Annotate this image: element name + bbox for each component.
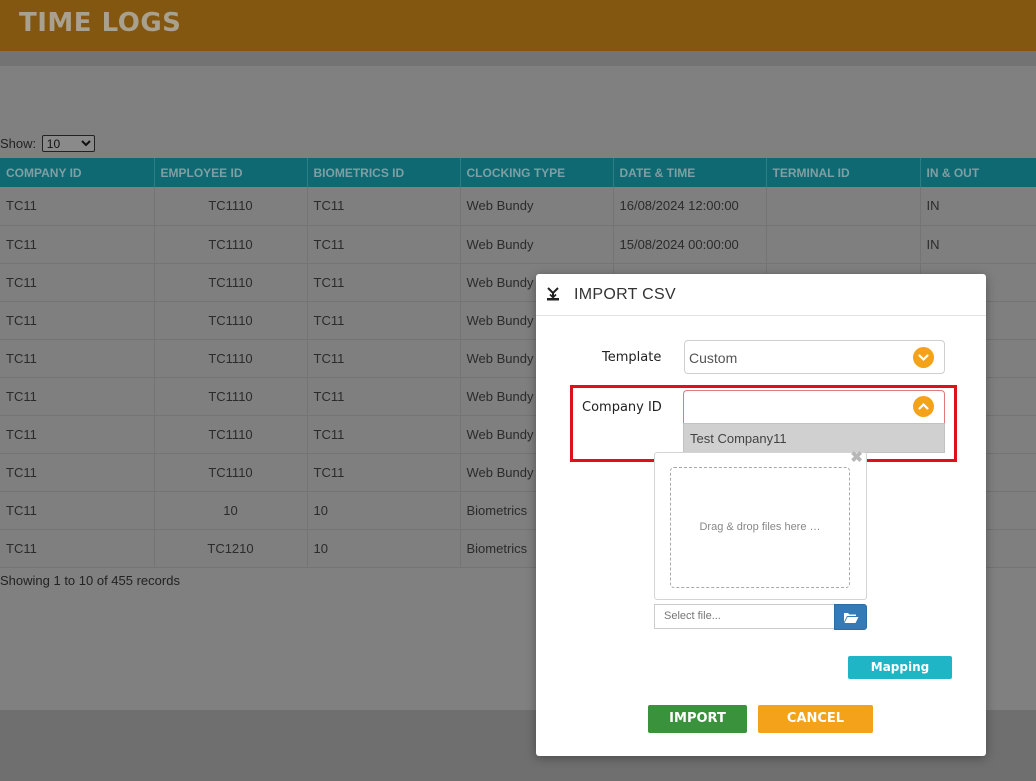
table-cell: TC1110 xyxy=(154,301,308,340)
folder-open-icon xyxy=(844,613,859,623)
table-cell: TC11 xyxy=(307,453,461,492)
table-cell: TC11 xyxy=(307,301,461,340)
column-header[interactable]: CLOCKING TYPE xyxy=(460,158,614,187)
table-cell: 10 xyxy=(307,529,461,568)
table-cell: TC11 xyxy=(307,263,461,302)
table-cell xyxy=(766,187,921,226)
table-cell: TC1110 xyxy=(154,187,308,226)
table-cell: TC11 xyxy=(0,453,155,492)
table-cell: TC11 xyxy=(0,187,155,226)
table-cell: TC11 xyxy=(0,225,155,264)
table-cell: TC11 xyxy=(307,225,461,264)
column-header[interactable]: DATE & TIME xyxy=(613,158,767,187)
file-name-input[interactable]: Select file... xyxy=(654,604,835,629)
import-csv-modal: IMPORT CSV Template Custom Company ID Te… xyxy=(536,274,986,756)
table-cell: 10 xyxy=(307,491,461,530)
table-cell: TC11 xyxy=(307,187,461,226)
column-header[interactable]: BIOMETRICS ID xyxy=(307,158,461,187)
table-cell xyxy=(766,225,921,264)
file-dropzone[interactable]: ✖ Drag & drop files here … xyxy=(654,449,867,600)
table-cell: TC11 xyxy=(307,339,461,378)
table-cell: TC11 xyxy=(0,263,155,302)
table-cell: TC11 xyxy=(0,339,155,378)
table-cell: TC11 xyxy=(0,529,155,568)
template-select[interactable]: Custom xyxy=(684,340,945,374)
table-cell: TC1110 xyxy=(154,377,308,416)
company-id-label: Company ID xyxy=(582,400,662,415)
modal-header: IMPORT CSV xyxy=(536,274,986,316)
header-strip xyxy=(0,51,1036,66)
table-cell: TC11 xyxy=(0,415,155,454)
browse-button[interactable] xyxy=(834,604,867,630)
records-info: Showing 1 to 10 of 455 records xyxy=(0,573,180,588)
cancel-button[interactable]: CANCEL xyxy=(758,705,873,733)
show-entries: Show: 10 xyxy=(0,135,95,152)
dropzone-text: Drag & drop files here … xyxy=(699,521,821,533)
company-id-dropdown: Test Company11 xyxy=(683,423,945,453)
mapping-button[interactable]: Mapping xyxy=(848,656,952,679)
file-placeholder: Select file... xyxy=(664,610,721,622)
table-cell: TC1110 xyxy=(154,263,308,302)
table-cell: TC11 xyxy=(0,491,155,530)
table-cell: TC1110 xyxy=(154,453,308,492)
table-cell: TC1110 xyxy=(154,339,308,378)
template-value: Custom xyxy=(689,350,738,366)
table-cell: TC11 xyxy=(307,377,461,416)
table-row[interactable]: TC11 TC1110 TC11 Web Bundy 16/08/2024 12:00:… xyxy=(0,187,1036,226)
table-cell: 15/08/2024 00:00:00 xyxy=(613,225,767,264)
drop-area[interactable]: Drag & drop files here … xyxy=(670,467,850,588)
table-cell: IN xyxy=(920,225,1036,264)
column-header[interactable]: IN & OUT xyxy=(920,158,1036,187)
table-cell: TC1210 xyxy=(154,529,308,568)
table-row[interactable]: TC11 TC1110 TC11 Web Bundy 15/08/2024 00:00:… xyxy=(0,225,1036,264)
table-cell: TC1110 xyxy=(154,415,308,454)
column-header[interactable]: EMPLOYEE ID xyxy=(154,158,308,187)
top-header: TIME LOGS xyxy=(0,0,1036,51)
column-header[interactable]: TERMINAL ID xyxy=(766,158,921,187)
table-cell: TC11 xyxy=(0,301,155,340)
table-cell: Web Bundy xyxy=(460,225,614,264)
table-cell: Web Bundy xyxy=(460,187,614,226)
import-button[interactable]: IMPORT xyxy=(648,705,747,733)
page-size-select[interactable]: 10 xyxy=(41,135,95,152)
table-cell: 16/08/2024 12:00:00 xyxy=(613,187,767,226)
chevron-down-icon[interactable] xyxy=(913,347,934,368)
table-cell: IN xyxy=(920,187,1036,226)
page-title: TIME LOGS xyxy=(19,8,182,38)
table-cell: TC11 xyxy=(307,415,461,454)
template-label: Template xyxy=(602,350,662,365)
dropdown-option[interactable]: Test Company11 xyxy=(690,431,787,446)
column-header[interactable]: COMPANY ID xyxy=(0,158,155,187)
chevron-up-icon[interactable] xyxy=(913,396,934,417)
table-cell: 10 xyxy=(154,491,308,530)
table-cell: TC11 xyxy=(0,377,155,416)
show-label: Show: xyxy=(0,136,37,151)
import-icon xyxy=(547,287,559,301)
company-id-select[interactable] xyxy=(683,390,945,423)
modal-title: IMPORT CSV xyxy=(574,286,676,303)
table-cell: TC1110 xyxy=(154,225,308,264)
close-icon[interactable]: ✖ xyxy=(850,448,863,466)
table-header-row: COMPANY ID EMPLOYEE ID BIOMETRICS ID CLOCKI… xyxy=(0,158,1036,187)
